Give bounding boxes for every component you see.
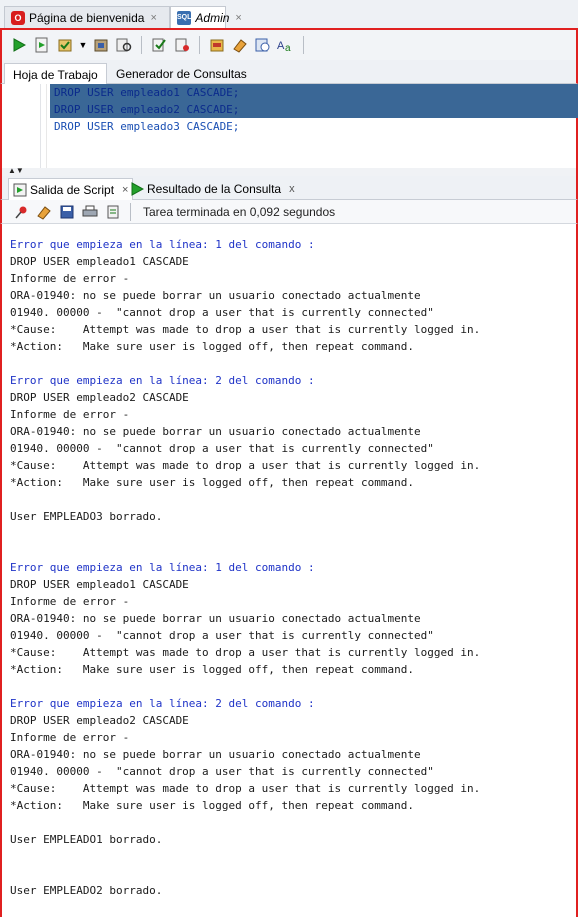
line-gutter xyxy=(10,84,41,168)
tab-admin[interactable]: SQL Admin × xyxy=(170,6,242,28)
output-line: 01940. 00000 - "cannot drop a user that … xyxy=(10,765,434,778)
output-line: *Cause: Attempt was made to drop a user … xyxy=(10,646,481,659)
output-line: Informe de error - xyxy=(10,595,130,608)
output-line: *Action: Make sure user is logged off, t… xyxy=(10,476,414,489)
output-line: User EMPLEADO2 borrado. xyxy=(10,884,163,897)
format-text-icon[interactable]: Aa xyxy=(277,36,295,54)
svg-text:A: A xyxy=(277,40,285,52)
output-line: *Cause: Attempt was made to drop a user … xyxy=(10,459,481,472)
output-line: *Action: Make sure user is logged off, t… xyxy=(10,799,414,812)
code-line[interactable]: DROP USER empleado3 CASCADE; xyxy=(50,118,578,135)
output-line: User EMPLEADO3 borrado. xyxy=(10,510,163,523)
collapse-arrows-icon[interactable]: ▲▼ xyxy=(8,166,24,175)
run-script-icon[interactable] xyxy=(33,36,51,54)
oracle-icon: O xyxy=(11,10,25,25)
toolbar-separator xyxy=(130,202,131,221)
output-line: ORA-01940: no se puede borrar un usuario… xyxy=(10,425,421,438)
worksheet-tab-bar: Hoja de Trabajo Generador de Consultas xyxy=(0,60,578,86)
output-line: ORA-01940: no se puede borrar un usuario… xyxy=(10,748,421,761)
toolbar-separator xyxy=(303,36,304,54)
output-line: *Cause: Attempt was made to drop a user … xyxy=(10,782,481,795)
output-toolbar: Tarea terminada en 0,092 segundos xyxy=(0,200,578,224)
output-line: Informe de error - xyxy=(10,272,130,285)
error-header-line: Error que empieza en la línea: 1 del com… xyxy=(10,561,315,574)
fold-gutter xyxy=(46,84,47,168)
run-statement-icon[interactable] xyxy=(10,36,28,54)
tab-script-output-label: Salida de Script xyxy=(30,183,115,197)
task-status-text: Tarea terminada en 0,092 segundos xyxy=(143,204,336,219)
output-line: 01940. 00000 - "cannot drop a user that … xyxy=(10,442,434,455)
output-tab-bar: Salida de Script × Resultado de la Consu… xyxy=(0,176,578,202)
sql-history-icon[interactable] xyxy=(208,36,226,54)
sql-tuning-icon[interactable] xyxy=(173,36,191,54)
eraser-icon[interactable] xyxy=(35,203,53,221)
code-line[interactable]: DROP USER empleado1 CASCADE; xyxy=(50,84,578,101)
save-icon[interactable] xyxy=(58,203,76,221)
tab-welcome-page[interactable]: O Página de bienvenida × xyxy=(4,6,170,28)
output-line: ORA-01940: no se puede borrar un usuario… xyxy=(10,289,421,302)
close-icon[interactable]: × xyxy=(235,12,241,24)
output-line: ORA-01940: no se puede borrar un usuario… xyxy=(10,612,421,625)
tab-welcome-label: Página de bienvenida xyxy=(29,10,145,25)
error-header-line: Error que empieza en la línea: 1 del com… xyxy=(10,238,315,251)
error-header-line: Error que empieza en la línea: 2 del com… xyxy=(10,374,315,387)
open-document-icon[interactable] xyxy=(104,203,122,221)
output-line: DROP USER empleado2 CASCADE xyxy=(10,714,189,727)
pin-icon[interactable] xyxy=(12,203,30,221)
error-header-line: Error que empieza en la línea: 2 del com… xyxy=(10,697,315,710)
clock-icon[interactable] xyxy=(254,36,272,54)
query-result-icon xyxy=(131,182,144,196)
tab-query-result[interactable]: Resultado de la Consulta x xyxy=(126,178,299,200)
output-line: 01940. 00000 - "cannot drop a user that … xyxy=(10,629,434,642)
eraser-icon[interactable] xyxy=(231,36,249,54)
tab-script-output[interactable]: Salida de Script × xyxy=(8,178,134,202)
explain-plan-icon[interactable] xyxy=(115,36,133,54)
close-icon[interactable]: × xyxy=(150,12,156,24)
tab-worksheet[interactable]: Hoja de Trabajo xyxy=(4,63,107,86)
print-icon[interactable] xyxy=(81,203,99,221)
output-line: *Action: Make sure user is logged off, t… xyxy=(10,340,414,353)
autotrace-icon[interactable] xyxy=(150,36,168,54)
output-line: DROP USER empleado1 CASCADE xyxy=(10,578,189,591)
sql-editor[interactable]: DROP USER empleado1 CASCADE; DROP USER e… xyxy=(0,84,578,168)
output-line: 01940. 00000 - "cannot drop a user that … xyxy=(10,306,434,319)
script-output-area[interactable]: Error que empieza en la línea: 1 del com… xyxy=(0,224,578,917)
worksheet-toolbar: ▼ Aa xyxy=(0,30,578,60)
toolbar-separator xyxy=(199,36,200,54)
document-tab-bar: O Página de bienvenida × SQL Admin × xyxy=(0,0,578,30)
commit-icon[interactable] xyxy=(56,36,74,54)
dropdown-arrow-icon[interactable]: ▼ xyxy=(79,36,88,54)
script-output-icon xyxy=(13,183,27,197)
pane-splitter[interactable]: ▲▼ xyxy=(0,166,578,176)
output-line: *Cause: Attempt was made to drop a user … xyxy=(10,323,481,336)
output-line: DROP USER empleado2 CASCADE xyxy=(10,391,189,404)
output-line: Informe de error - xyxy=(10,408,130,421)
tab-admin-label: Admin xyxy=(195,10,230,25)
sql-worksheet-icon: SQL xyxy=(177,10,192,25)
svg-text:a: a xyxy=(285,43,291,53)
toolbar-separator xyxy=(141,36,142,54)
output-line: DROP USER empleado1 CASCADE xyxy=(10,255,189,268)
output-line: *Action: Make sure user is logged off, t… xyxy=(10,663,414,676)
rollback-icon[interactable] xyxy=(92,36,110,54)
tab-query-builder[interactable]: Generador de Consultas xyxy=(108,63,255,84)
output-line: User EMPLEADO1 borrado. xyxy=(10,833,163,846)
output-line: Informe de error - xyxy=(10,731,130,744)
tab-query-result-label: Resultado de la Consulta xyxy=(147,182,282,196)
close-icon[interactable]: x xyxy=(289,183,295,195)
code-line[interactable]: DROP USER empleado2 CASCADE; xyxy=(50,101,578,118)
